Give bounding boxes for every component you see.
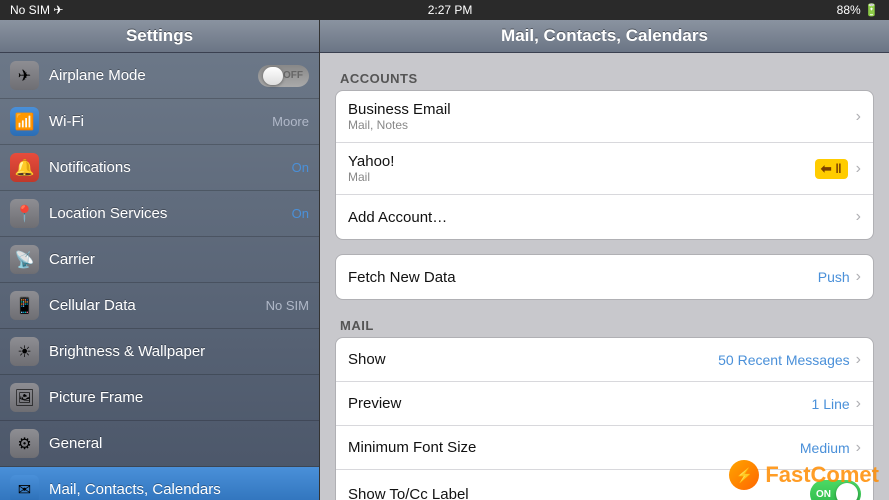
location-label: Location Services xyxy=(49,205,292,222)
airplane-label: Airplane Mode xyxy=(49,67,258,84)
brightness-icon: ☀ xyxy=(10,337,39,366)
wifi-value: Moore xyxy=(272,114,309,129)
show-chevron: › xyxy=(856,351,861,369)
yahoo-sublabel: Mail xyxy=(348,170,815,184)
status-center: 2:27 PM xyxy=(428,3,473,17)
show-value: 50 Recent Messages xyxy=(718,352,850,368)
list-group-fetch: Fetch New DataPush › xyxy=(335,254,874,300)
section-title-accounts: Accounts xyxy=(335,63,874,90)
yahoo-label: Yahoo! xyxy=(348,153,815,170)
list-row-fetch-new-data[interactable]: Fetch New DataPush › xyxy=(336,255,873,299)
yahoo-chevron: › xyxy=(856,160,861,178)
airplane-toggle[interactable] xyxy=(258,65,309,87)
right-header: Mail, Contacts, Calendars xyxy=(320,20,889,53)
sidebar-item-location[interactable]: 📍 Location ServicesOn xyxy=(0,191,319,237)
sidebar-item-airplane[interactable]: ✈ Airplane Mode xyxy=(0,53,319,99)
wifi-icon: 📶 xyxy=(10,107,39,136)
status-bar: No SIM ✈ 2:27 PM 88% 🔋 xyxy=(0,0,889,20)
list-row-yahoo[interactable]: Yahoo!Mail⬅ ‖ › xyxy=(336,143,873,195)
sidebar-item-notifications[interactable]: 🔔 NotificationsOn xyxy=(0,145,319,191)
cellular-icon: 📱 xyxy=(10,291,39,320)
list-row-show[interactable]: Show50 Recent Messages › xyxy=(336,338,873,382)
mail-label: Mail, Contacts, Calendars xyxy=(49,481,309,498)
pictureframe-label: Picture Frame xyxy=(49,389,309,406)
sidebar-items: ✈Airplane Mode📶Wi-FiMoore🔔NotificationsO… xyxy=(0,53,319,500)
location-value: On xyxy=(292,206,309,221)
business-email-sublabel: Mail, Notes xyxy=(348,118,856,132)
sidebar: Settings ✈ Airplane Mode 📶 Wi-FiMoore 🔔 Notif… xyxy=(0,20,320,500)
sidebar-item-brightness[interactable]: ☀ Brightness & Wallpaper xyxy=(0,329,319,375)
notifications-label: Notifications xyxy=(49,159,292,176)
airplane-icon: ✈ xyxy=(10,61,39,90)
business-email-chevron: › xyxy=(856,108,861,126)
mail-icon: ✉ xyxy=(10,475,39,500)
add-account-label: Add Account… xyxy=(348,209,856,226)
min-font-chevron: › xyxy=(856,439,861,457)
add-account-chevron: › xyxy=(856,208,861,226)
min-font-value: Medium xyxy=(800,440,850,456)
right-content: AccountsBusiness EmailMail, Notes›Yahoo!… xyxy=(320,53,889,500)
min-font-label: Minimum Font Size xyxy=(348,439,800,456)
list-row-business-email[interactable]: Business EmailMail, Notes› xyxy=(336,91,873,143)
list-row-add-account[interactable]: Add Account…› xyxy=(336,195,873,239)
preview-value: 1 Line xyxy=(812,396,850,412)
cellular-value: No SIM xyxy=(266,298,309,313)
watermark: ⚡ FastComet xyxy=(729,460,879,490)
fastcomet-icon: ⚡ xyxy=(729,460,759,490)
preview-label: Preview xyxy=(348,395,812,412)
right-panel: Mail, Contacts, Calendars AccountsBusine… xyxy=(320,20,889,500)
preview-chevron: › xyxy=(856,395,861,413)
wifi-label: Wi-Fi xyxy=(49,113,272,130)
cellular-label: Cellular Data xyxy=(49,297,266,314)
fetch-new-data-label: Fetch New Data xyxy=(348,269,818,286)
carrier-label: Carrier xyxy=(49,251,309,268)
fetch-new-data-value: Push xyxy=(818,269,850,285)
section-title-mail: Mail xyxy=(335,310,874,337)
sidebar-item-carrier[interactable]: 📡 Carrier xyxy=(0,237,319,283)
pictureframe-icon: 🖼 xyxy=(10,383,39,412)
carrier-icon: 📡 xyxy=(10,245,39,274)
sidebar-item-pictureframe[interactable]: 🖼 Picture Frame xyxy=(0,375,319,421)
sidebar-item-cellular[interactable]: 📱 Cellular DataNo SIM xyxy=(0,283,319,329)
general-icon: ⚙ xyxy=(10,429,39,458)
sidebar-item-wifi[interactable]: 📶 Wi-FiMoore xyxy=(0,99,319,145)
brightness-label: Brightness & Wallpaper xyxy=(49,343,309,360)
sidebar-item-mail[interactable]: ✉ Mail, Contacts, Calendars xyxy=(0,467,319,500)
status-left: No SIM ✈ xyxy=(10,3,63,17)
list-group-accounts: Business EmailMail, Notes›Yahoo!Mail⬅ ‖›… xyxy=(335,90,874,240)
sidebar-header: Settings xyxy=(0,20,319,53)
watermark-text: FastComet xyxy=(765,462,879,488)
yahoo-yahoo-badge: ⬅ ‖ xyxy=(815,159,848,179)
status-right: 88% 🔋 xyxy=(837,3,879,17)
notifications-value: On xyxy=(292,160,309,175)
business-email-label: Business Email xyxy=(348,101,856,118)
sidebar-item-general[interactable]: ⚙ General xyxy=(0,421,319,467)
fetch-new-data-chevron: › xyxy=(856,268,861,286)
location-icon: 📍 xyxy=(10,199,39,228)
show-label: Show xyxy=(348,351,718,368)
general-label: General xyxy=(49,435,309,452)
notifications-icon: 🔔 xyxy=(10,153,39,182)
list-row-preview[interactable]: Preview1 Line › xyxy=(336,382,873,426)
